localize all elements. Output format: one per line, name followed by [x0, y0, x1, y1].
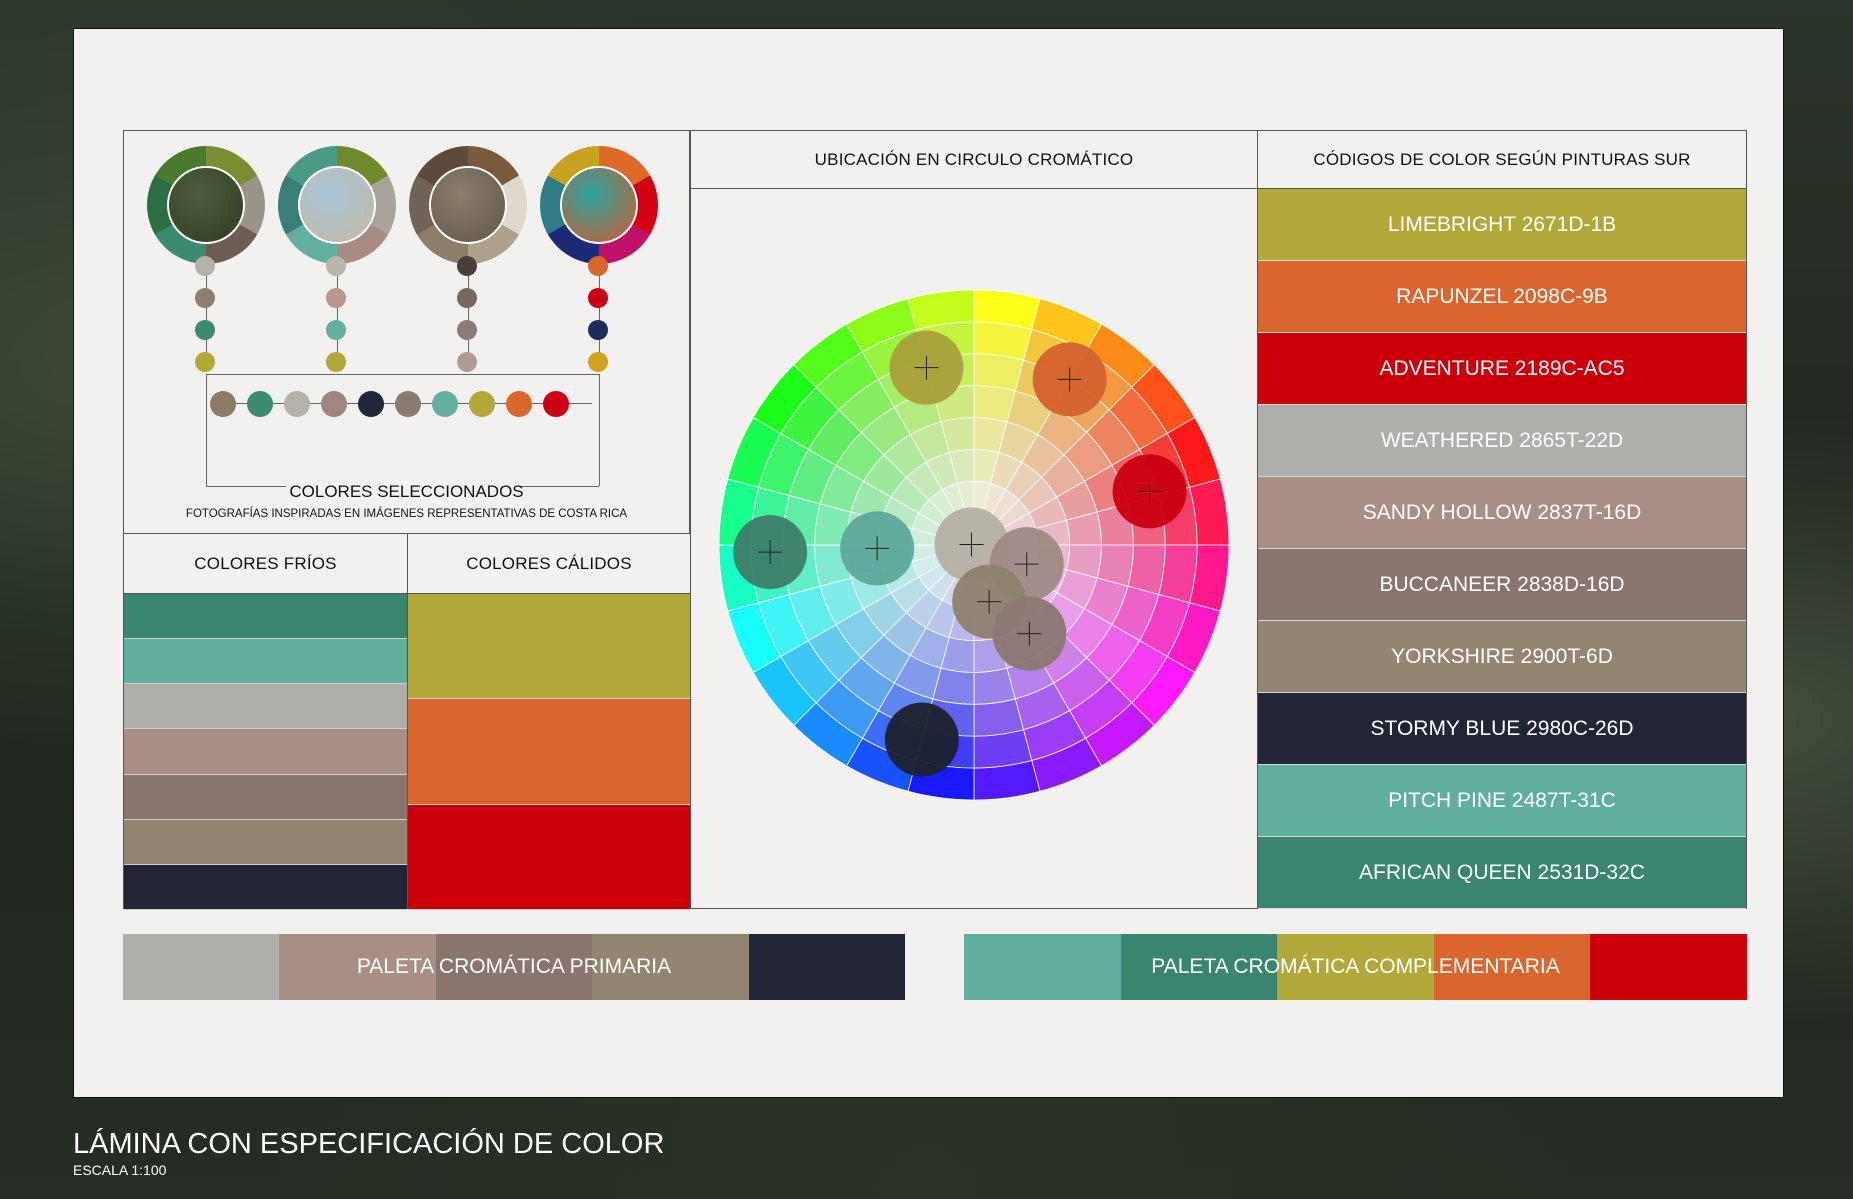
photo-forest-image: [167, 166, 245, 244]
cold-color-stripe: [124, 729, 407, 775]
wheel-marker-limebright: [889, 330, 964, 405]
palette-swatch: [748, 934, 906, 1000]
cold-color-stripe: [124, 774, 407, 820]
palette-swatch: [123, 934, 280, 1000]
color-wheel-panel: UBICACIÓN EN CIRCULO CROMÁTICO: [690, 130, 1258, 909]
wheel-marker-rapunzel: [1032, 342, 1107, 417]
cold-color-stripe: [124, 639, 407, 685]
primary-palette: [123, 934, 906, 1000]
photo-color-dot: [326, 256, 346, 276]
cold-color-stripe: [124, 684, 407, 730]
page-subtitle: ESCALA 1:100: [73, 1162, 167, 1178]
palette-swatch: [1590, 934, 1747, 1000]
warm-colors-panel: COLORES CÁLIDOS: [407, 533, 691, 910]
selected-color-dot: [506, 391, 532, 417]
photo-color-dot: [457, 320, 477, 340]
photo-mandala-image: [560, 166, 638, 244]
photo-color-dot: [326, 288, 346, 308]
photo-color-dot: [457, 288, 477, 308]
selected-color-dot: [210, 391, 236, 417]
photo-color-dot: [588, 256, 608, 276]
selected-colors-panel: COLORES SELECCIONADOS FOTOGRAFÍAS INSPIR…: [123, 130, 690, 534]
cold-colors-header: COLORES FRÍOS: [124, 534, 407, 594]
photo-bark-image: [429, 166, 507, 244]
wheel-segment: [973, 698, 1024, 737]
warm-color-stripe: [408, 594, 690, 700]
photo-caption: FOTOGRAFÍAS INSPIRADAS EN IMÁGENES REPRE…: [185, 508, 628, 520]
warm-colors-header: COLORES CÁLIDOS: [408, 534, 690, 594]
color-code-row: LIMEBRIGHT 2671D-1B: [1258, 189, 1746, 261]
selected-color-dot: [469, 391, 495, 417]
selected-colors-label: COLORES SELECCIONADOS: [289, 482, 524, 501]
palette-swatch: [1433, 934, 1591, 1000]
photo-color-dot: [457, 256, 477, 276]
color-code-row: RAPUNZEL 2098C-9B: [1258, 261, 1746, 333]
selected-color-dot: [284, 391, 310, 417]
wheel-marker-stormy-blue: [884, 702, 959, 777]
photo-forest: [147, 146, 265, 264]
color-code-row: YORKSHIRE 2900T-6D: [1258, 621, 1746, 693]
wheel-marker-african-queen: [733, 515, 808, 590]
photo-color-dot: [195, 256, 215, 276]
cold-colors-panel: COLORES FRÍOS: [123, 533, 408, 910]
photo-beach-image: [298, 166, 376, 244]
complementary-palette: [964, 934, 1747, 1000]
connector-line: [206, 374, 207, 486]
cold-color-stripe: [124, 864, 407, 910]
color-code-row: PITCH PINE 2487T-31C: [1258, 765, 1746, 837]
palette-swatch: [1120, 934, 1278, 1000]
wheel-marker-buccaneer: [992, 596, 1067, 671]
photo-bark: [409, 146, 527, 264]
color-code-row: WEATHERED 2865T-22D: [1258, 405, 1746, 477]
wheel-segment: [973, 353, 1024, 392]
selected-color-dot: [432, 391, 458, 417]
photo-color-dot: [457, 352, 477, 372]
color-codes-header: CÓDIGOS DE COLOR SEGÚN PINTURAS SUR: [1258, 131, 1746, 189]
selected-color-dot: [321, 391, 347, 417]
photo-mandala: [540, 146, 658, 264]
connector-line: [336, 267, 338, 363]
warm-color-stripe: [408, 699, 690, 805]
photo-beach: [278, 146, 396, 264]
photo-color-dot: [326, 352, 346, 372]
connector-line: [599, 374, 600, 486]
color-code-row: AFRICAN QUEEN 2531D-32C: [1258, 837, 1746, 909]
warm-color-stripe: [408, 804, 690, 910]
palette-swatch: [1277, 934, 1434, 1000]
photo-color-dot: [588, 352, 608, 372]
palette-swatch: [435, 934, 593, 1000]
connector-line: [205, 267, 207, 363]
wheel-segment: [1127, 544, 1166, 595]
cold-color-stripe: [124, 819, 407, 865]
color-wheel: [718, 289, 1230, 801]
photo-color-dot: [195, 320, 215, 340]
selected-color-dot: [358, 391, 384, 417]
color-code-row: BUCCANEER 2838D-16D: [1258, 549, 1746, 621]
photo-color-dot: [195, 288, 215, 308]
color-code-row: STORMY BLUE 2980C-26D: [1258, 693, 1746, 765]
selected-color-dot: [247, 391, 273, 417]
wheel-marker-pitch-pine: [840, 511, 915, 586]
cold-color-stripe: [124, 594, 407, 640]
palette-swatch: [279, 934, 436, 1000]
connector-line: [467, 267, 469, 363]
color-code-row: ADVENTURE 2189C-AC5: [1258, 333, 1746, 405]
palette-swatch: [964, 934, 1121, 1000]
page-title: LÁMINA CON ESPECIFICACIÓN DE COLOR: [73, 1128, 665, 1160]
photo-color-dot: [326, 320, 346, 340]
connector-line: [598, 267, 600, 363]
wheel-marker-adventure: [1112, 454, 1187, 529]
connector-line: [206, 374, 599, 375]
color-wheel-header: UBICACIÓN EN CIRCULO CROMÁTICO: [691, 131, 1257, 189]
color-codes-panel: CÓDIGOS DE COLOR SEGÚN PINTURAS SUR LIME…: [1257, 130, 1747, 909]
color-code-row: SANDY HOLLOW 2837T-16D: [1258, 477, 1746, 549]
selected-color-dot: [543, 391, 569, 417]
selected-color-dot: [395, 391, 421, 417]
color-board: COLORES SELECCIONADOS FOTOGRAFÍAS INSPIR…: [73, 28, 1784, 1098]
photo-color-dot: [588, 288, 608, 308]
palette-swatch: [592, 934, 749, 1000]
photo-color-dot: [588, 320, 608, 340]
photo-color-dot: [195, 352, 215, 372]
